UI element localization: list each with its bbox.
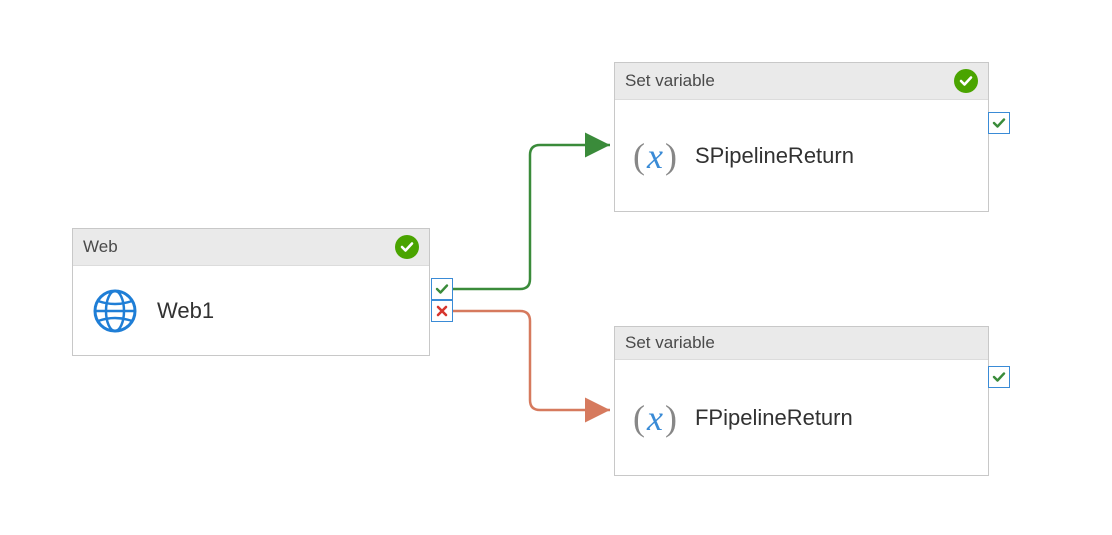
activity-set-variable-success[interactable]: Set variable (x) SPipelineReturn (614, 62, 989, 212)
activity-body: (x) FPipelineReturn (615, 360, 988, 475)
activity-name: FPipelineReturn (695, 405, 853, 431)
variable-icon: (x) (633, 400, 677, 436)
activity-type-label: Set variable (625, 71, 715, 91)
output-port-failure[interactable] (431, 300, 453, 322)
output-port-success[interactable] (431, 278, 453, 300)
activity-body: (x) SPipelineReturn (615, 100, 988, 211)
success-connector (453, 145, 610, 289)
activity-name: Web1 (157, 298, 214, 324)
variable-icon: (x) (633, 138, 677, 174)
output-port-success[interactable] (988, 112, 1010, 134)
activity-type-label: Set variable (625, 333, 715, 353)
pipeline-canvas[interactable]: Web Web1 Set variab (0, 0, 1112, 535)
activity-name: SPipelineReturn (695, 143, 854, 169)
activity-header: Set variable (615, 63, 988, 100)
activity-web[interactable]: Web Web1 (72, 228, 430, 356)
success-icon (954, 69, 978, 93)
activity-body: Web1 (73, 266, 429, 355)
failure-connector (453, 311, 610, 410)
activity-set-variable-failure[interactable]: Set variable (x) FPipelineReturn (614, 326, 989, 476)
activity-type-label: Web (83, 237, 118, 257)
success-icon (395, 235, 419, 259)
output-port-success[interactable] (988, 366, 1010, 388)
activity-header: Set variable (615, 327, 988, 360)
globe-icon (91, 287, 139, 335)
activity-header: Web (73, 229, 429, 266)
